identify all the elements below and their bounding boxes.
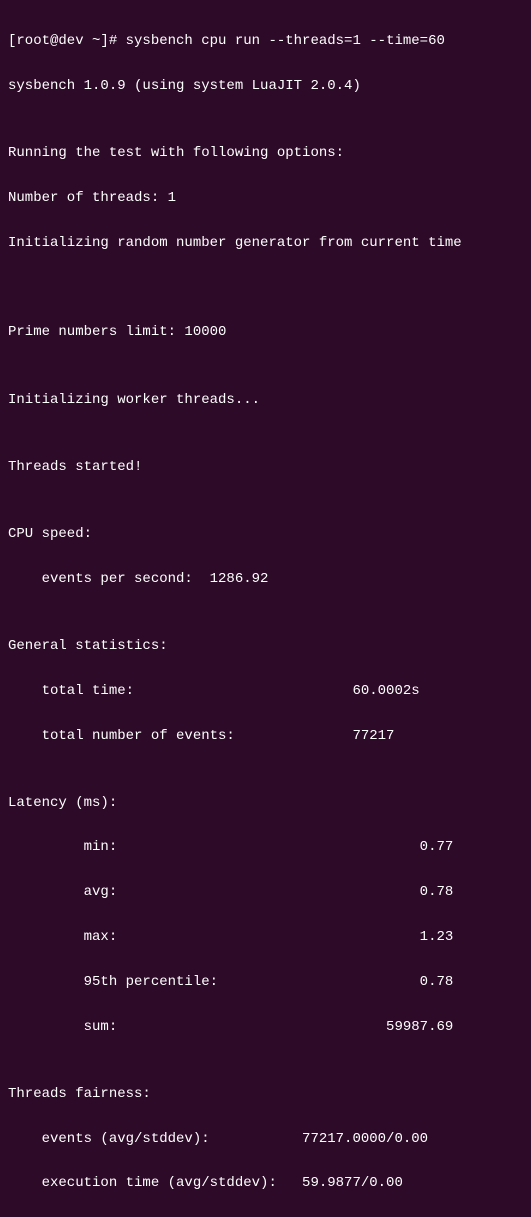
rng-init-line: Initializing random number generator fro… (8, 232, 523, 254)
prime-limit-line: Prime numbers limit: 10000 (8, 321, 523, 343)
latency-header: Latency (ms): (8, 792, 523, 814)
latency-sum: sum: 59987.69 (8, 1016, 523, 1038)
latency-max: max: 1.23 (8, 926, 523, 948)
terminal-output[interactable]: [root@dev ~]# sysbench cpu run --threads… (8, 8, 523, 1217)
latency-avg: avg: 0.78 (8, 881, 523, 903)
num-threads-line: Number of threads: 1 (8, 187, 523, 209)
latency-min: min: 0.77 (8, 836, 523, 858)
fairness-header: Threads fairness: (8, 1083, 523, 1105)
running-options-line: Running the test with following options: (8, 142, 523, 164)
general-stats-header: General statistics: (8, 635, 523, 657)
prompt-line: [root@dev ~]# sysbench cpu run --threads… (8, 30, 523, 52)
total-events-line: total number of events: 77217 (8, 725, 523, 747)
cpu-speed-header: CPU speed: (8, 523, 523, 545)
total-time-line: total time: 60.0002s (8, 680, 523, 702)
latency-95th: 95th percentile: 0.78 (8, 971, 523, 993)
threads-started-line: Threads started! (8, 456, 523, 478)
fairness-exec-time: execution time (avg/stddev): 59.9877/0.0… (8, 1172, 523, 1194)
version-line: sysbench 1.0.9 (using system LuaJIT 2.0.… (8, 75, 523, 97)
fairness-events: events (avg/stddev): 77217.0000/0.00 (8, 1128, 523, 1150)
events-per-second: events per second: 1286.92 (8, 568, 523, 590)
init-workers-line: Initializing worker threads... (8, 389, 523, 411)
shell-prompt: [root@dev ~]# (8, 33, 126, 49)
command-text: sysbench cpu run --threads=1 --time=60 (126, 33, 445, 49)
